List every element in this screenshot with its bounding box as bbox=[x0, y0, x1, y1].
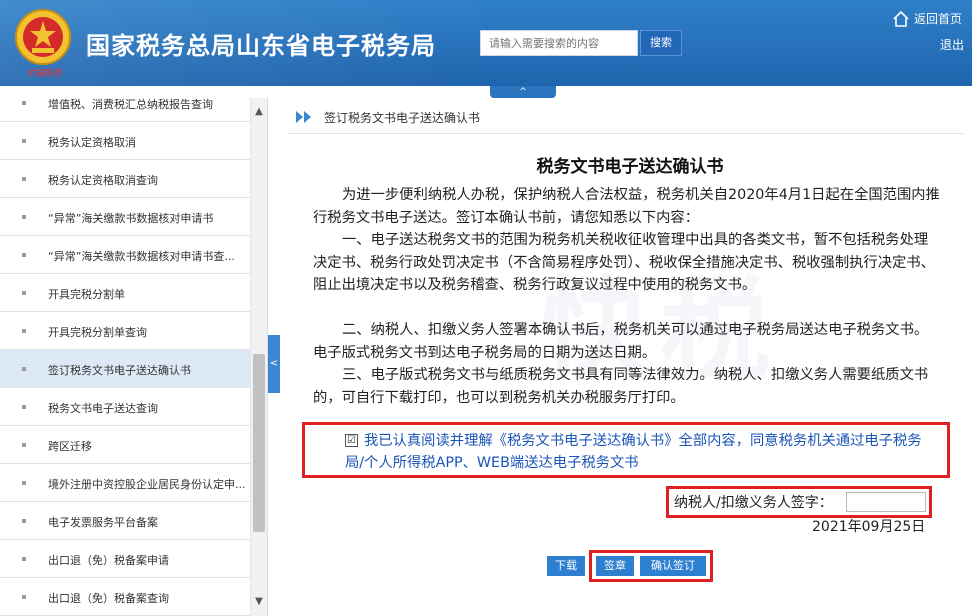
sidebar-item[interactable]: 电子发票服务平台备案 bbox=[0, 502, 250, 540]
bullet-icon bbox=[22, 253, 26, 257]
emblem-caption: 中国税务 bbox=[25, 69, 62, 79]
doc-paragraph: 二、纳税人、扣缴义务人签署本确认书后，税务机关可以通过电子税务局送达电子税务文书… bbox=[313, 322, 929, 361]
doc-paragraph: 一、电子送达税务文书的范围为税务机关税收征收管理中出具的各类文书，暂不包括税务处… bbox=[313, 232, 935, 293]
header-collapse-tab[interactable]: ^ bbox=[490, 86, 556, 98]
sidebar-item-label: 增值税、消费税汇总纳税报告查询 bbox=[48, 98, 213, 111]
consent-checkbox[interactable]: ☑ bbox=[345, 434, 358, 447]
sidebar-item[interactable]: 开具完税分割单 bbox=[0, 274, 250, 312]
scroll-down-icon[interactable]: ▼ bbox=[250, 596, 267, 612]
bullet-icon bbox=[22, 291, 26, 295]
bullet-icon bbox=[22, 101, 26, 105]
sidebar-menu: 增值税、消费税汇总纳税报告查询 税务认定资格取消 税务认定资格取消查询 “异常”… bbox=[0, 98, 268, 616]
download-button[interactable]: 下载 bbox=[547, 556, 585, 576]
consent-box: ☑ 我已认真阅读并理解《税务文书电子送达确认书》全部内容，同意税务机关通过电子税… bbox=[302, 422, 950, 478]
sidebar-item-label: 签订税务文书电子送达确认书 bbox=[48, 364, 191, 377]
sidebar-item-label: “异常”海关缴款书数据核对申请书查... bbox=[48, 250, 235, 263]
bullet-icon bbox=[22, 215, 26, 219]
sign-button[interactable]: 签章 bbox=[596, 556, 634, 576]
bullet-icon bbox=[22, 557, 26, 561]
sidebar-item[interactable]: 出口退（免）税备案申请 bbox=[0, 540, 250, 578]
bullet-icon bbox=[22, 405, 26, 409]
sidebar-item-label: 开具完税分割单查询 bbox=[48, 326, 147, 339]
bullet-icon bbox=[22, 367, 26, 371]
logout-link[interactable]: 退出 bbox=[940, 36, 964, 53]
sidebar-item-label: 出口退（免）税备案查询 bbox=[48, 592, 169, 605]
sidebar-item-label: 税务文书电子送达查询 bbox=[48, 402, 158, 415]
sidebar-item[interactable]: 税务认定资格取消 bbox=[0, 122, 250, 160]
sidebar-item[interactable]: 增值税、消费税汇总纳税报告查询 bbox=[0, 98, 250, 122]
sidebar-item[interactable]: 税务文书电子送达查询 bbox=[0, 388, 250, 426]
sidebar-item-label: 开具完税分割单 bbox=[48, 288, 125, 301]
sidebar-item-label: “异常”海关缴款书数据核对申请书 bbox=[48, 212, 214, 225]
sidebar-collapse-toggle[interactable]: < bbox=[268, 335, 280, 393]
bullet-icon bbox=[22, 481, 26, 485]
document-title: 税务文书电子送达确认书 bbox=[536, 157, 724, 177]
top-header: 中国税务 国家税务总局山东省电子税务局 搜索 返回首页 退出 bbox=[0, 0, 972, 86]
scroll-up-icon[interactable]: ▲ bbox=[250, 106, 267, 122]
site-title: 国家税务总局山东省电子税务局 bbox=[86, 32, 436, 60]
confirm-sign-button[interactable]: 确认签订 bbox=[640, 556, 706, 576]
breadcrumb: 签订税务文书电子送达确认书 bbox=[288, 100, 964, 134]
bullet-icon bbox=[22, 443, 26, 447]
scrollbar-thumb[interactable] bbox=[253, 354, 265, 532]
bullet-icon bbox=[22, 139, 26, 143]
sidebar-item[interactable]: 跨区迁移 bbox=[0, 426, 250, 464]
sidebar-item[interactable]: 开具完税分割单查询 bbox=[0, 312, 250, 350]
bullet-icon bbox=[22, 329, 26, 333]
sidebar-item-label: 跨区迁移 bbox=[48, 440, 92, 453]
doc-paragraph: 三、电子版式税务文书与纸质税务文书具有同等法律效力。纳税人、扣缴义务人需要纸质文… bbox=[313, 367, 929, 406]
bullet-icon bbox=[22, 177, 26, 181]
sidebar-item-label: 境外注册中资控股企业居民身份认定申... bbox=[48, 478, 246, 491]
tax-emblem-icon bbox=[15, 9, 71, 65]
sidebar-item[interactable]: 税务认定资格取消查询 bbox=[0, 160, 250, 198]
sidebar-item[interactable]: 境外注册中资控股企业居民身份认定申... bbox=[0, 464, 250, 502]
double-arrow-icon bbox=[296, 111, 311, 123]
breadcrumb-text: 签订税务文书电子送达确认书 bbox=[324, 111, 481, 125]
signature-label: 纳税人/扣缴义务人签字： bbox=[674, 495, 833, 511]
bullet-icon bbox=[22, 519, 26, 523]
consent-text: 我已认真阅读并理解《税务文书电子送达确认书》全部内容，同意税务机关通过电子税务局… bbox=[345, 433, 922, 471]
sidebar-item[interactable]: “异常”海关缴款书数据核对申请书查... bbox=[0, 236, 250, 274]
home-link[interactable]: 返回首页 bbox=[914, 10, 962, 27]
sidebar-item-label: 电子发票服务平台备案 bbox=[48, 516, 158, 529]
search-button[interactable]: 搜索 bbox=[640, 30, 682, 56]
sidebar-item[interactable]: “异常”海关缴款书数据核对申请书 bbox=[0, 198, 250, 236]
sidebar-item[interactable]: 出口退（免）税备案查询 bbox=[0, 578, 250, 616]
bullet-icon bbox=[22, 595, 26, 599]
home-icon[interactable] bbox=[892, 10, 910, 28]
sidebar-item-label: 出口退（免）税备案申请 bbox=[48, 554, 169, 567]
search-input[interactable] bbox=[480, 30, 638, 56]
signature-date: 2021年09月25日 bbox=[812, 519, 926, 535]
sidebar-item-label: 税务认定资格取消 bbox=[48, 136, 136, 149]
sidebar-item-active[interactable]: 签订税务文书电子送达确认书 bbox=[0, 350, 250, 388]
signature-field[interactable] bbox=[846, 492, 926, 512]
sidebar-item-label: 税务认定资格取消查询 bbox=[48, 174, 158, 187]
doc-paragraph: 为进一步便利纳税人办税，保护纳税人合法权益，税务机关自2020年4月1日起在全国… bbox=[313, 187, 940, 226]
